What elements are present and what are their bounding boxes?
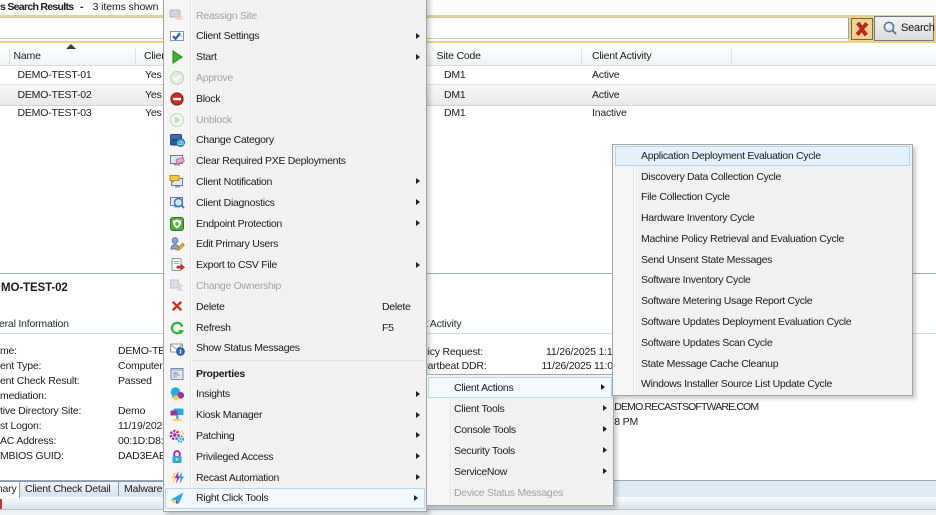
svg-text:cb: cb <box>177 141 184 147</box>
